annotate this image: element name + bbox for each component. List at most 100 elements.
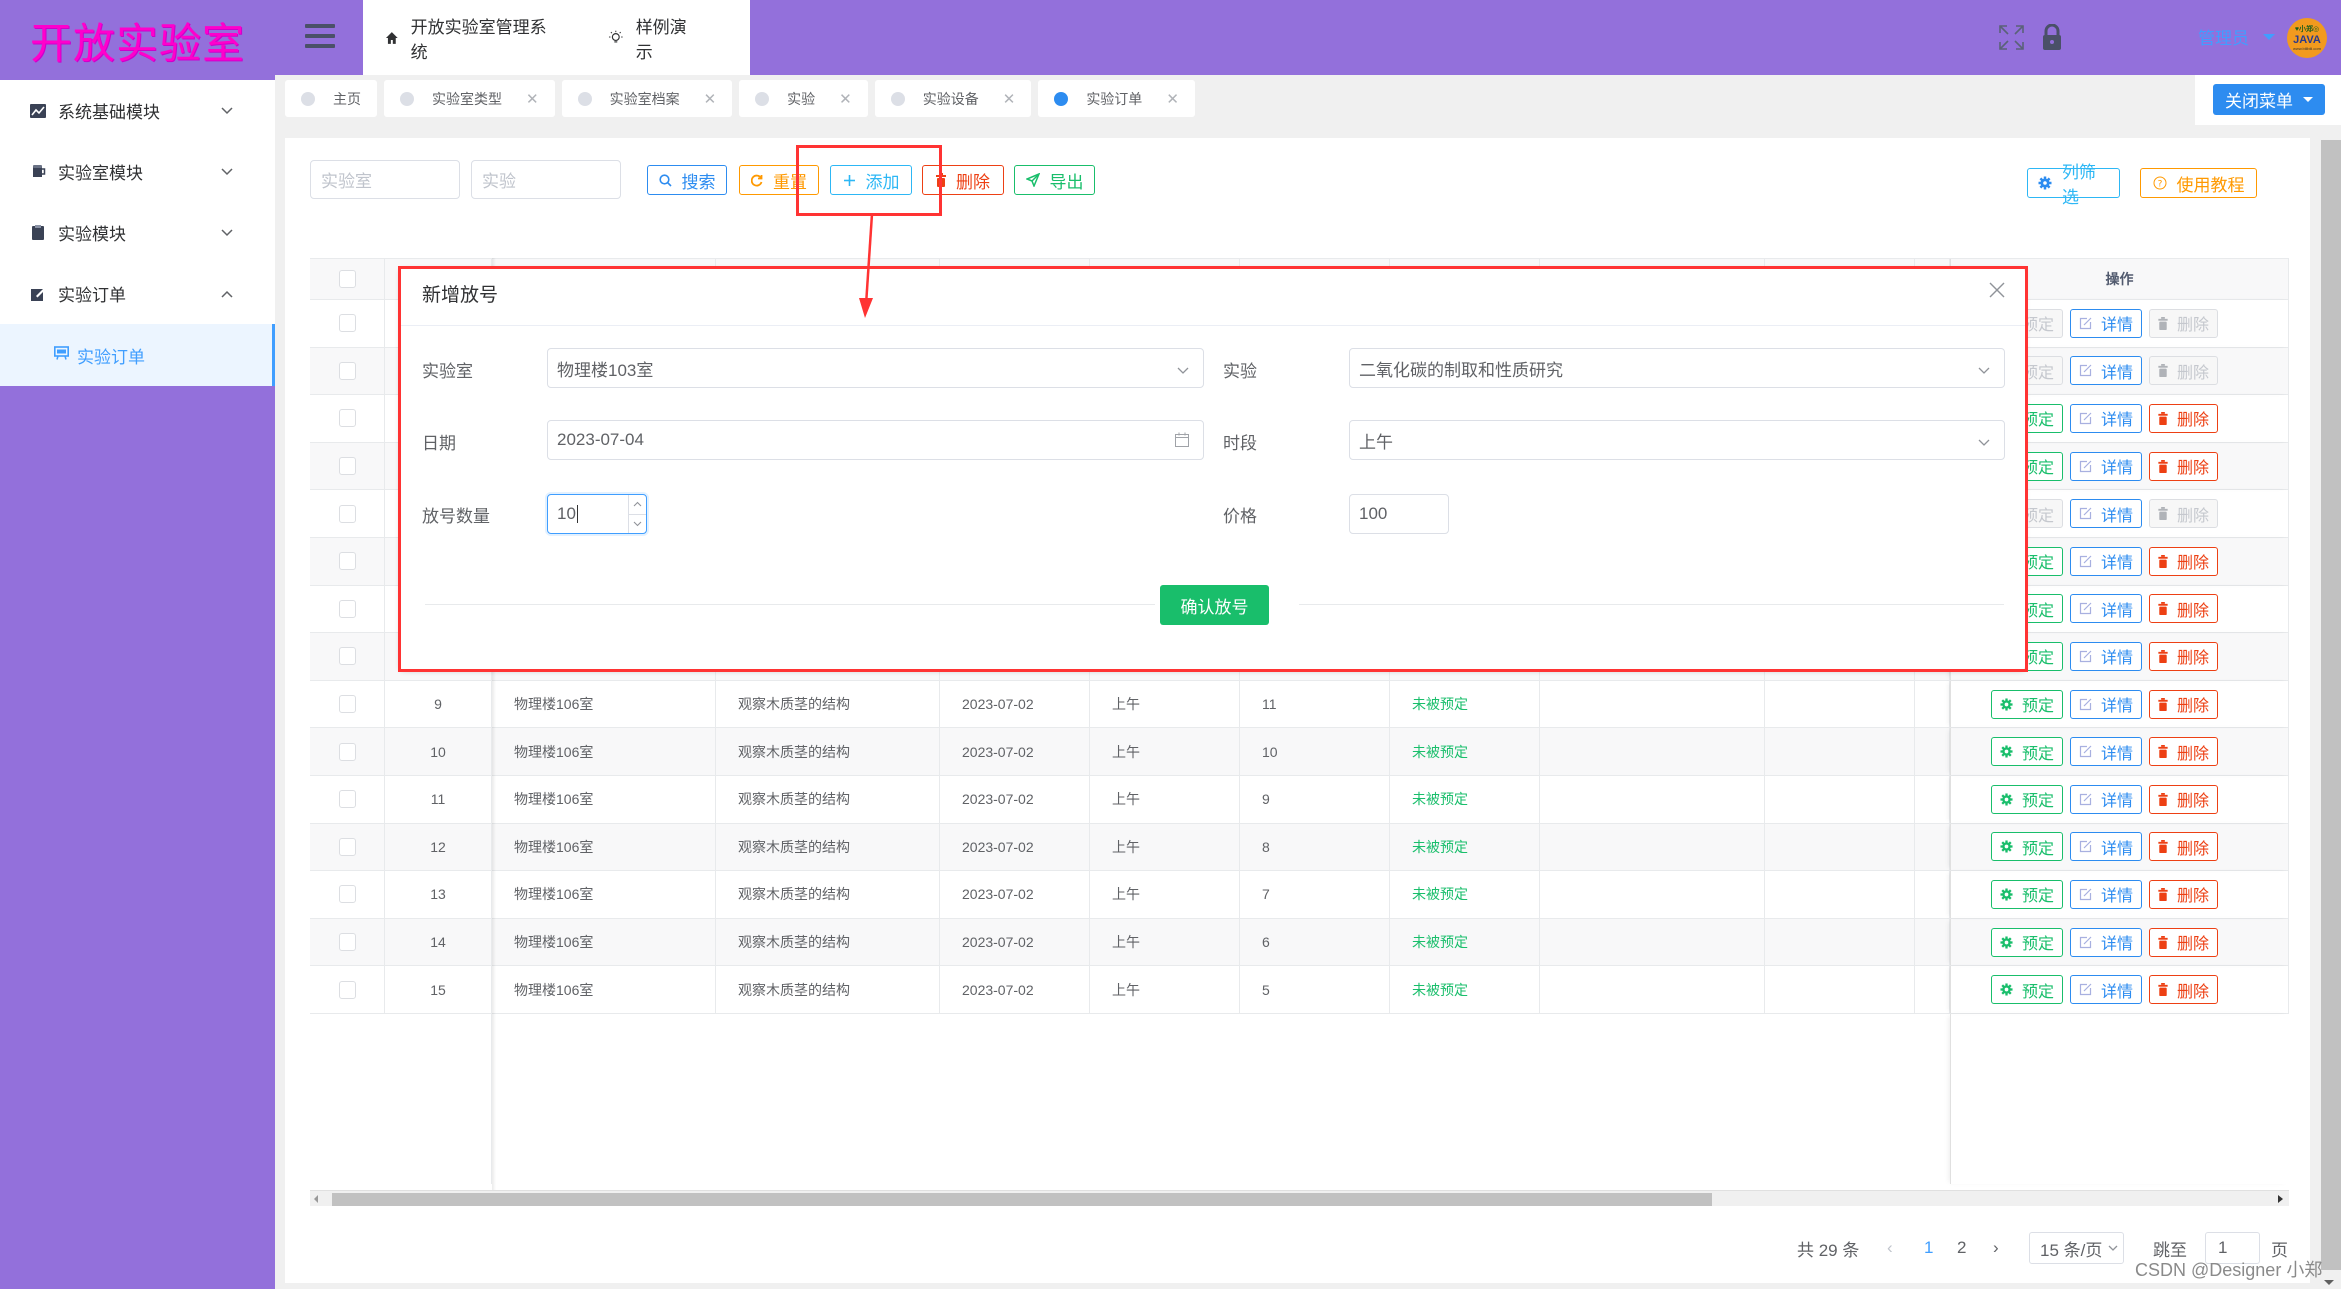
detail-button[interactable]: 详情 [2070,879,2143,909]
book-button[interactable]: 预定 [1991,832,2064,862]
tab-experiment[interactable]: 实验 ✕ [739,80,868,117]
detail-button[interactable]: 详情 [2070,784,2143,814]
detail-button[interactable]: 详情 [2070,403,2143,433]
row-checkbox[interactable] [338,933,356,952]
experiment-search-input[interactable]: 实验 [471,160,621,199]
detail-button[interactable]: 详情 [2070,546,2143,576]
book-button[interactable]: 预定 [1991,737,2064,767]
tab-home[interactable]: 主页 [285,80,377,117]
vertical-scrollbar[interactable] [2317,140,2341,1289]
next-page-icon[interactable]: › [1993,1232,1999,1264]
delete-button[interactable]: 删除 [2149,975,2219,1005]
detail-button[interactable]: 详情 [2070,356,2143,386]
fullscreen-icon[interactable] [1999,25,2024,55]
delete-button[interactable]: 删除 [2149,499,2219,529]
column-filter-button[interactable]: 列筛选 [2027,163,2120,207]
row-checkbox[interactable] [338,742,356,761]
detail-button[interactable]: 详情 [2070,927,2143,957]
experiment-select[interactable]: 二氧化碳的制取和性质研究 [1349,348,2005,388]
page-2[interactable]: 2 [1957,1232,1966,1264]
delete-button[interactable]: 删除 [2149,879,2219,909]
close-icon[interactable]: ✕ [839,90,852,108]
row-checkbox[interactable] [338,695,356,714]
close-icon[interactable]: ✕ [704,90,717,108]
row-checkbox[interactable] [338,314,356,333]
close-menu-button[interactable]: 关闭菜单 [2213,84,2325,115]
increment-icon[interactable] [629,495,646,515]
book-button[interactable]: 预定 [1991,927,2064,957]
avatar[interactable]: ♥小郑◎ JAVA www.bilibili.com [2287,18,2327,58]
sidebar-subitem-experiment-order[interactable]: 实验订单 [0,324,275,386]
breadcrumb-home[interactable]: 开放实验室管理系统 [385,13,560,63]
detail-button[interactable]: 详情 [2070,451,2143,481]
delete-button[interactable]: 删除 [2149,594,2219,624]
close-icon[interactable] [1987,280,2007,300]
search-button[interactable]: 搜索 [647,165,727,195]
horizontal-scrollbar[interactable] [310,1190,2289,1206]
delete-button[interactable]: 删除 [2149,451,2219,481]
book-button[interactable]: 预定 [1991,784,2064,814]
page-1[interactable]: 1 [1924,1232,1933,1264]
close-icon[interactable]: ✕ [526,90,539,108]
reset-button[interactable]: 重置 [739,165,819,195]
delete-button[interactable]: 删除 [2149,403,2219,433]
sidebar-item-system-base[interactable]: 系统基础模块 [0,80,275,141]
row-checkbox[interactable] [338,361,356,380]
decrement-icon[interactable] [629,515,646,534]
price-input[interactable]: 100 [1349,494,1449,534]
book-button[interactable]: 预定 [1991,975,2064,1005]
delete-button[interactable]: 删除 [2149,308,2219,338]
date-picker[interactable]: 2023-07-04 [547,420,1204,460]
detail-button[interactable]: 详情 [2070,594,2143,624]
book-button[interactable]: 预定 [1991,689,2064,719]
menu-toggle-icon[interactable] [305,24,335,48]
detail-button[interactable]: 详情 [2070,308,2143,338]
detail-button[interactable]: 详情 [2070,499,2143,529]
sidebar-item-experiment-module[interactable]: 实验模块 [0,202,275,263]
delete-button[interactable]: 删除 [2149,737,2219,767]
detail-button[interactable]: 详情 [2070,737,2143,767]
lab-select[interactable]: 物理楼103室 [547,348,1204,388]
row-checkbox[interactable] [338,980,356,999]
row-checkbox[interactable] [338,647,356,666]
export-button[interactable]: 导出 [1014,165,1095,195]
tutorial-button[interactable]: ? 使用教程 [2140,168,2257,198]
row-checkbox[interactable] [338,457,356,476]
quantity-stepper[interactable]: 10 [547,494,647,534]
add-button[interactable]: 添加 [830,165,912,195]
row-checkbox[interactable] [338,552,356,571]
delete-button[interactable]: 删除 [2149,689,2219,719]
delete-button[interactable]: 删除 [2149,641,2219,671]
close-icon[interactable]: ✕ [1003,90,1016,108]
detail-button[interactable]: 详情 [2070,641,2143,671]
sidebar-item-experiment-order[interactable]: 实验订单 [0,263,275,324]
row-checkbox[interactable] [338,790,356,809]
tab-lab-type[interactable]: 实验室类型 ✕ [384,80,555,117]
lab-search-input[interactable]: 实验室 [310,160,460,199]
book-button[interactable]: 预定 [1991,879,2064,909]
batch-delete-button[interactable]: 删除 [922,165,1004,195]
row-checkbox[interactable] [338,504,356,523]
row-checkbox[interactable] [338,409,356,428]
lock-icon[interactable] [2042,23,2062,55]
delete-button[interactable]: 删除 [2149,832,2219,862]
close-icon[interactable]: ✕ [1166,90,1179,108]
select-all-checkbox[interactable] [338,270,356,288]
confirm-release-button[interactable]: 确认放号 [1160,585,1269,625]
page-size-select[interactable]: 15 条/页 [2029,1232,2124,1264]
prev-page-icon[interactable]: ‹ [1887,1232,1893,1264]
row-checkbox[interactable] [338,599,356,618]
delete-button[interactable]: 删除 [2149,784,2219,814]
row-checkbox[interactable] [338,837,356,856]
row-checkbox[interactable] [338,885,356,904]
detail-button[interactable]: 详情 [2070,689,2143,719]
tab-experiment-order[interactable]: 实验订单 ✕ [1038,80,1195,117]
period-select[interactable]: 上午 [1349,420,2005,460]
tab-equipment[interactable]: 实验设备 ✕ [874,80,1032,117]
sidebar-item-lab-module[interactable]: 实验室模块 [0,141,275,202]
detail-button[interactable]: 详情 [2070,975,2143,1005]
breadcrumb-demo[interactable]: 样例演示 [608,13,702,63]
delete-button[interactable]: 删除 [2149,546,2219,576]
delete-button[interactable]: 删除 [2149,927,2219,957]
tab-lab-archive[interactable]: 实验室档案 ✕ [561,80,733,117]
